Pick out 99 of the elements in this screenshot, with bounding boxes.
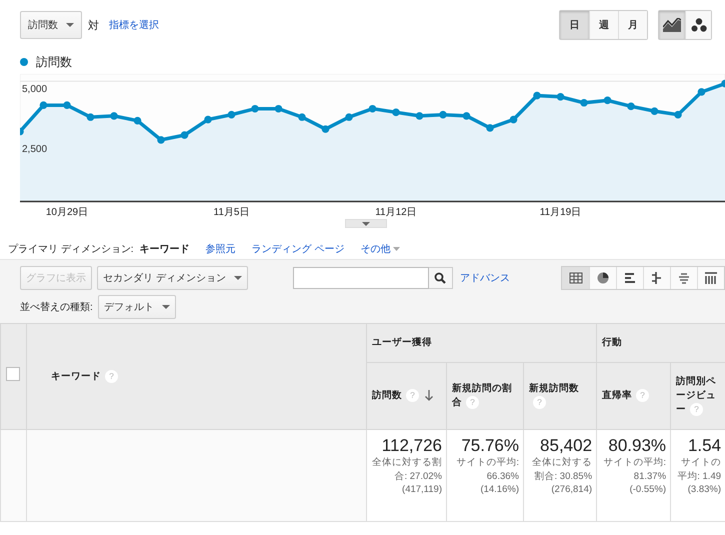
data-point	[392, 108, 400, 116]
dimension-tab[interactable]: その他	[360, 242, 400, 256]
advanced-link[interactable]: アドバンス	[460, 270, 510, 284]
sort-dropdown[interactable]: デフォルト	[98, 294, 176, 318]
data-point	[322, 125, 330, 133]
dimension-label: プライマリ ディメンション:	[8, 242, 134, 256]
data-point	[274, 104, 282, 113]
grid-icon	[568, 272, 582, 284]
view-button[interactable]	[643, 266, 670, 288]
search-field[interactable]	[292, 266, 429, 288]
column-header[interactable]: キーワード ?	[26, 324, 366, 430]
legend-label: 訪問数	[36, 54, 72, 70]
list-icon	[677, 272, 691, 284]
bar-chart-icon	[623, 272, 637, 284]
column-group-header: 行動	[596, 324, 725, 362]
data-point	[698, 88, 706, 96]
axis-label: 11月12日	[375, 207, 417, 218]
data-point	[157, 136, 165, 144]
data-point	[345, 113, 353, 121]
axis-label: 5,000	[22, 84, 48, 96]
caret-icon	[162, 304, 170, 308]
dimension-tab[interactable]: 参照元	[206, 242, 236, 256]
data-point	[40, 101, 48, 109]
comparison-icon	[650, 272, 664, 284]
secondary-dimension-dropdown[interactable]: セカンダリ ディメンション	[97, 266, 248, 290]
total-detail: 全体に対する割合: 30.85% (276,814)	[531, 456, 592, 496]
data-point	[674, 110, 682, 119]
total-value: 85,402	[539, 436, 592, 456]
data-point	[650, 107, 658, 115]
total-value: 75.76%	[460, 436, 519, 456]
data-point	[228, 110, 236, 119]
data-point	[604, 96, 612, 104]
select-metric-link[interactable]: 指標を選択	[109, 18, 159, 32]
data-point	[251, 104, 259, 113]
total-value: 80.93%	[607, 436, 666, 456]
view-button[interactable]	[589, 266, 616, 288]
total-value: 112,726	[380, 436, 442, 456]
view-button[interactable]	[670, 266, 697, 288]
column-header[interactable]: 新規訪問の割合 ?	[446, 362, 524, 430]
data-point	[721, 80, 725, 88]
axis-label: 11月19日	[540, 207, 582, 218]
data-point	[298, 113, 306, 121]
column-group-header: ユーザー獲得	[366, 324, 597, 362]
data-point	[510, 116, 518, 124]
axis-label: 11月5日	[214, 207, 250, 218]
caret-icon	[362, 222, 370, 226]
dots-icon	[690, 18, 706, 32]
data-point	[20, 128, 24, 136]
view-button[interactable]	[562, 266, 589, 288]
data-point	[180, 131, 188, 139]
data-point	[533, 92, 541, 100]
axis-label: 10月29日	[46, 207, 88, 218]
pie-chart-icon	[596, 272, 610, 284]
data-point	[110, 112, 118, 120]
chart-type-button[interactable]	[685, 11, 711, 39]
checkbox[interactable]	[6, 367, 20, 382]
data-point	[416, 112, 424, 120]
data-point	[134, 116, 142, 125]
period-button[interactable]: 日	[560, 11, 589, 39]
view-button[interactable]	[616, 266, 643, 288]
caret-icon	[234, 276, 242, 280]
period-button[interactable]: 月	[618, 11, 647, 39]
data-point	[439, 110, 447, 119]
pivot-icon	[704, 272, 718, 284]
total-detail: サイトの平均: 81.37% (-0.55%)	[602, 456, 666, 496]
data-point	[462, 112, 470, 120]
data-point	[368, 104, 376, 113]
metric-dropdown[interactable]: 訪問数	[20, 11, 82, 39]
legend-dot	[20, 58, 28, 66]
column-header[interactable]: 新規訪問数 ?	[524, 362, 597, 430]
chart-type-button[interactable]	[659, 11, 685, 39]
data-point	[556, 92, 564, 101]
column-header[interactable]: 訪問別ページビュー ?	[670, 362, 725, 430]
caret-icon	[393, 247, 400, 251]
total-detail: 全体に対する割合: 27.02% (417,119)	[371, 456, 442, 496]
period-button[interactable]: 週	[589, 11, 618, 39]
total-value: 1.54	[686, 436, 722, 456]
line-chart-icon	[663, 18, 681, 32]
dimension-tab[interactable]: ランディング ページ	[252, 242, 344, 256]
axis-label: 2,500	[22, 144, 48, 156]
column-header[interactable]: 直帰率 ?	[596, 362, 671, 430]
data-point	[580, 98, 588, 107]
dimension-tab[interactable]: キーワード	[140, 242, 190, 256]
data-point	[86, 113, 94, 121]
search-button[interactable]	[428, 266, 453, 288]
search-icon	[434, 272, 446, 284]
total-detail: サイトの平均: 66.36% (14.16%)	[455, 456, 519, 496]
sort-arrow-icon	[425, 390, 433, 402]
caret-icon	[66, 23, 74, 27]
total-detail: サイトの平均: 1.49 (3.83%)	[676, 456, 722, 496]
data-point	[627, 102, 635, 110]
view-button[interactable]	[697, 266, 724, 288]
sort-label: 並べ替えの種類:	[20, 300, 93, 314]
data-point	[204, 116, 212, 124]
data-point	[486, 124, 494, 132]
resize-handle[interactable]	[345, 219, 387, 228]
vs-label: 対	[88, 18, 99, 32]
data-point	[63, 101, 71, 109]
column-header[interactable]: 訪問数 ?	[366, 362, 446, 430]
